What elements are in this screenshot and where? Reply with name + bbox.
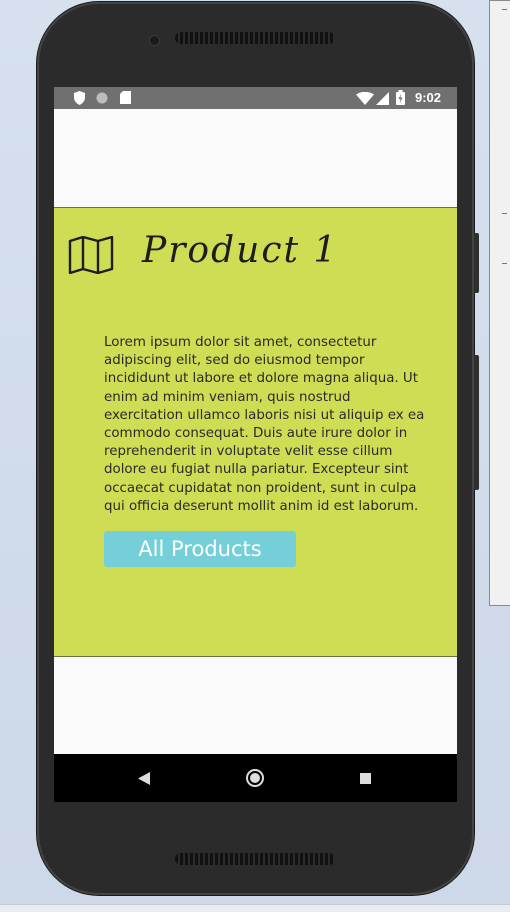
status-bar: 9:02: [54, 87, 457, 109]
back-icon[interactable]: [138, 772, 150, 785]
side-panel-tick: [502, 9, 507, 10]
power-button[interactable]: [474, 233, 479, 293]
product-title: Product 1: [142, 230, 339, 271]
shield-icon: [74, 91, 85, 105]
side-panel-window: [489, 0, 510, 606]
recents-icon[interactable]: [360, 773, 371, 784]
wifi-icon: [356, 92, 374, 105]
navigation-bar: [54, 754, 457, 802]
signal-icon: [376, 92, 389, 105]
product-description: Lorem ipsum dolor sit amet, consectetur …: [104, 335, 425, 514]
side-panel-tick: [502, 263, 507, 264]
top-speaker: [175, 32, 335, 44]
all-products-button[interactable]: All Products: [104, 531, 296, 567]
circle-icon: [96, 92, 108, 104]
status-time: 9:02: [414, 90, 441, 105]
product-card: Product 1 Lorem ipsum dolor sit amet, co…: [54, 207, 457, 657]
side-panel-tick: [502, 213, 507, 214]
sd-card-icon: [120, 91, 131, 104]
front-camera: [150, 36, 159, 45]
volume-button[interactable]: [474, 355, 479, 490]
map-icon: [68, 236, 114, 274]
home-icon[interactable]: [246, 769, 264, 787]
battery-icon: [396, 90, 405, 105]
phone-screen: 9:02 Product 1 Lorem ipsum dolor sit ame…: [54, 87, 457, 802]
bottom-speaker: [175, 853, 335, 865]
